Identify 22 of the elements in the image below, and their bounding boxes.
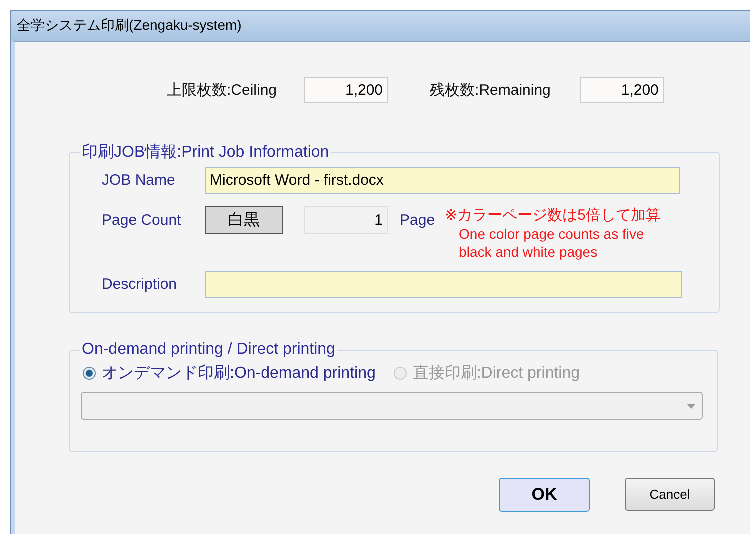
cancel-button[interactable]: Cancel	[625, 478, 715, 511]
group-legend: On-demand printing / Direct printing	[80, 341, 338, 359]
count-label: 上限枚数:Ceiling	[167, 80, 278, 100]
dropdown-arrow-icon	[687, 404, 696, 408]
page-count-field: 1	[304, 206, 388, 234]
field-label: Description	[102, 276, 178, 293]
field-label: Page Count	[102, 212, 182, 229]
color-mode-button[interactable]: 白黒	[205, 206, 283, 234]
ok-button[interactable]: OK	[499, 478, 590, 512]
note-text: One color page counts as five black and white pages	[459, 225, 646, 261]
count-label: 残枚数:Remaining	[430, 80, 551, 100]
note-text: ※カラーページ数は5倍して加算	[445, 207, 661, 224]
unit-label: Page	[400, 212, 436, 229]
field-label: JOB Name	[102, 172, 176, 189]
count-field: 1,200	[304, 77, 388, 103]
window-title: 全学システム印刷(Zengaku-system)	[17, 17, 242, 35]
radio-option[interactable]: オンデマンド印刷:On-demand printing	[83, 363, 376, 384]
group-legend: 印刷JOB情報:Print Job Information	[80, 142, 332, 163]
printer-dropdown[interactable]	[81, 392, 703, 420]
description-field[interactable]	[205, 271, 682, 298]
job-name-field[interactable]: Microsoft Word - first.docx	[205, 167, 680, 194]
count-field: 1,200	[580, 77, 664, 103]
